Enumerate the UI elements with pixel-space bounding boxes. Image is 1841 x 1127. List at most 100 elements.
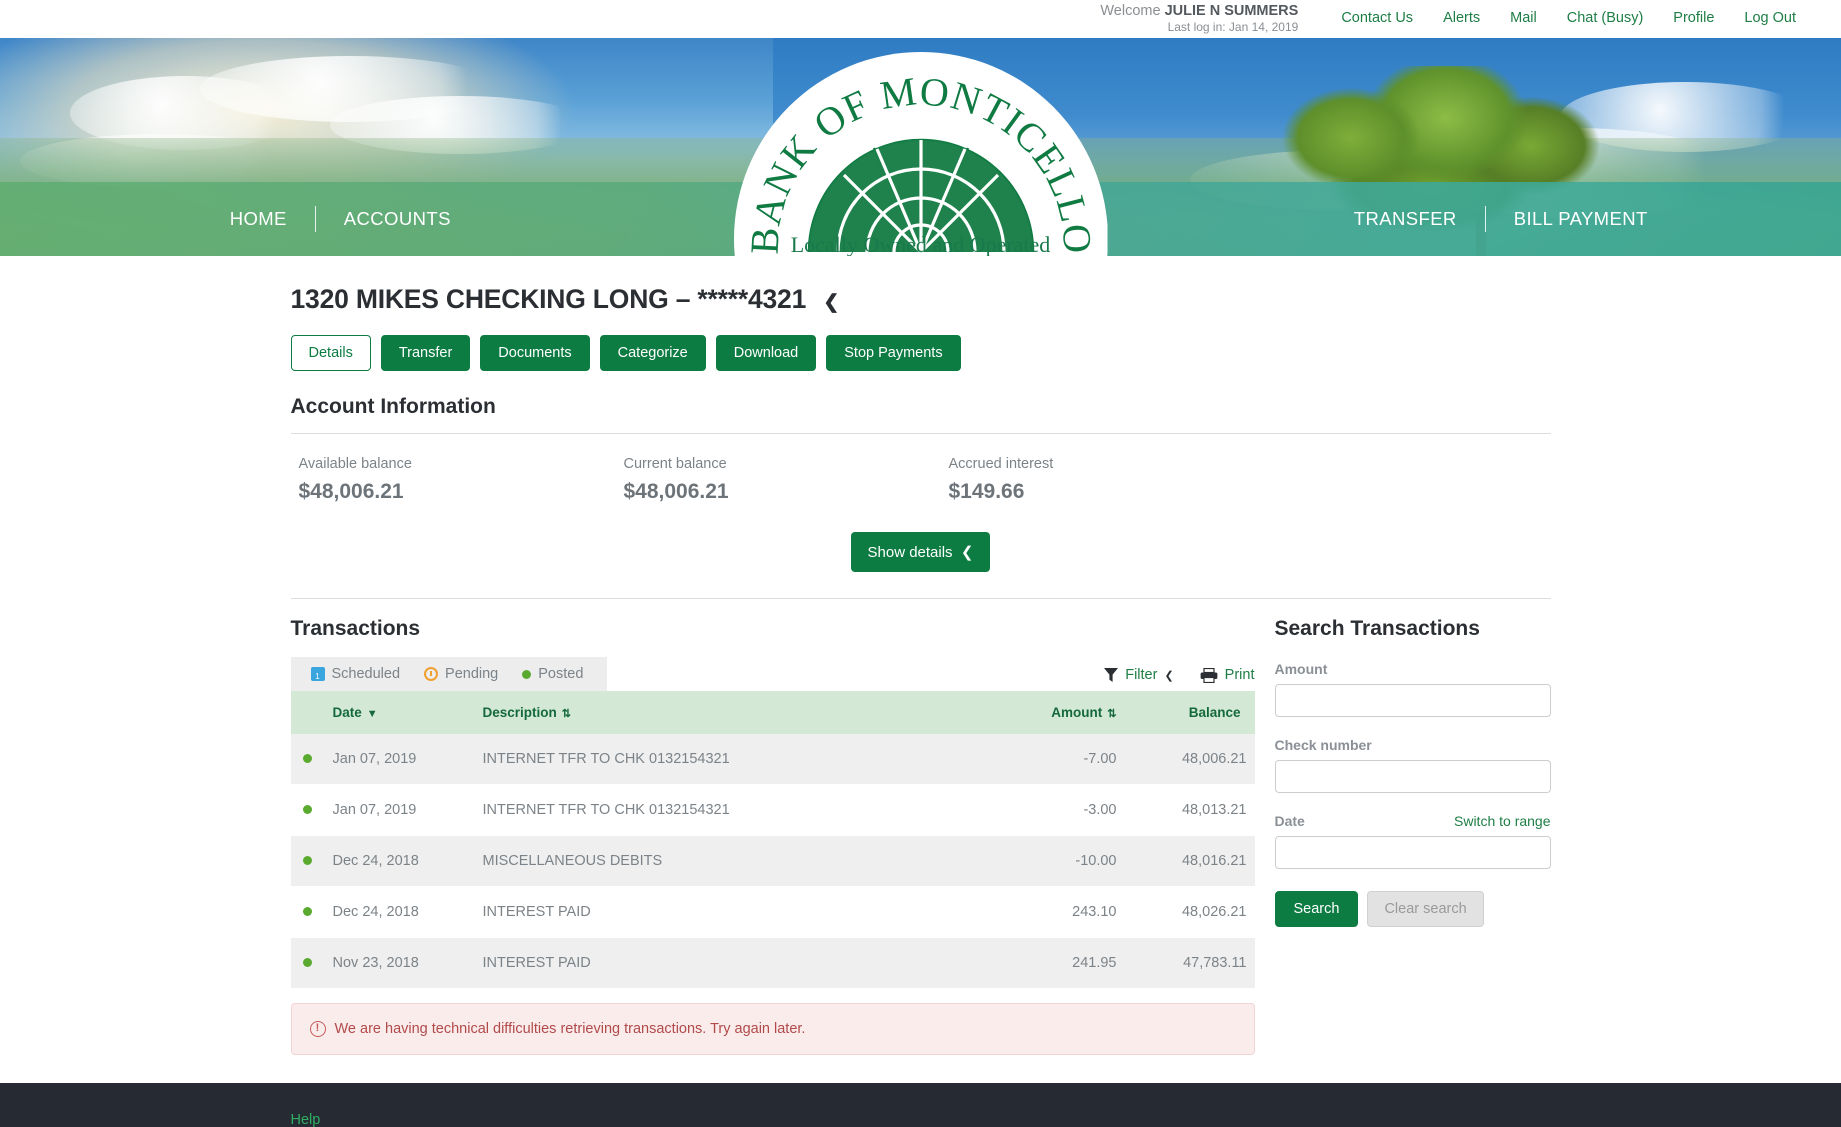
- help-link[interactable]: Help: [291, 1112, 321, 1127]
- stop-payments-button[interactable]: Stop Payments: [826, 335, 961, 371]
- warning-icon: !: [309, 1021, 326, 1037]
- current-balance: Current balance $48,006.21: [624, 456, 949, 504]
- column-date[interactable]: Date ▼: [324, 691, 475, 734]
- row-amount: 241.95: [954, 937, 1125, 989]
- show-details-button[interactable]: Show details ❮: [850, 532, 991, 572]
- table-row[interactable]: Dec 24, 2018 MISCELLANEOUS DEBITS -10.00…: [290, 835, 1255, 887]
- nav-item-bill-payment[interactable]: BILL PAYMENT: [1486, 208, 1676, 230]
- transactions-heading: Transactions: [290, 617, 421, 640]
- chevron-down-icon[interactable]: ❮: [823, 291, 839, 314]
- transactions-table-body: Jan 07, 2019 INTERNET TFR TO CHK 0132154…: [290, 734, 1255, 989]
- search-buttons: Search Clear search: [1274, 891, 1551, 927]
- utility-link-log-out[interactable]: Log Out: [1729, 10, 1811, 26]
- column-balance-label: Balance: [1188, 705, 1241, 720]
- funnel-icon: [1104, 667, 1119, 682]
- column-description[interactable]: Description ⇅: [474, 691, 955, 734]
- table-header-row: Date ▼ Description ⇅ Amount ⇅ Balance: [290, 691, 1255, 734]
- transfer-button[interactable]: Transfer: [380, 335, 471, 371]
- green-dot-icon: [303, 754, 312, 763]
- column-balance: Balance: [1124, 691, 1255, 734]
- search-button[interactable]: Search: [1274, 891, 1359, 927]
- row-date: Dec 24, 2018: [324, 835, 475, 887]
- logo-tagline: Locally Owned and Operated: [790, 232, 1051, 256]
- table-tools: Filter ❮ Print: [1104, 667, 1255, 691]
- filter-label: Filter: [1125, 667, 1158, 683]
- green-dot-icon: [303, 805, 312, 814]
- table-row[interactable]: Jan 07, 2019 INTERNET TFR TO CHK 0132154…: [290, 784, 1255, 836]
- column-amount[interactable]: Amount ⇅: [954, 691, 1125, 734]
- row-status-indicator: [290, 886, 325, 938]
- table-row[interactable]: Dec 24, 2018 INTEREST PAID 243.10 48,026…: [290, 886, 1255, 938]
- welcome-text: Welcome JULIE N SUMMERS: [1100, 2, 1298, 20]
- date-field-group: Date Switch to range: [1274, 813, 1551, 869]
- row-status-indicator: [290, 734, 325, 785]
- table-row[interactable]: Jan 07, 2019 INTERNET TFR TO CHK 0132154…: [290, 734, 1255, 785]
- print-button[interactable]: Print: [1200, 667, 1255, 683]
- row-amount: 243.10: [954, 886, 1125, 938]
- transactions-table-head: Date ▼ Description ⇅ Amount ⇅ Balance: [290, 691, 1255, 734]
- row-status-indicator: [290, 937, 325, 989]
- documents-button[interactable]: Documents: [480, 335, 590, 371]
- download-button[interactable]: Download: [715, 335, 817, 371]
- amount-label: Amount: [1274, 661, 1328, 677]
- amount-input[interactable]: [1274, 684, 1551, 717]
- legend-pending-label: Pending: [445, 666, 499, 682]
- nav-item-accounts[interactable]: ACCOUNTS: [316, 208, 479, 230]
- transactions-table: Date ▼ Description ⇅ Amount ⇅ Balance Ja…: [290, 691, 1255, 989]
- utility-link-alerts[interactable]: Alerts: [1428, 10, 1495, 26]
- last-login: Last log in: Jan 14, 2019: [1167, 20, 1299, 35]
- accrued-interest-label: Accrued interest: [948, 456, 1054, 472]
- account-title-text: 1320 MIKES CHECKING LONG – *****4321: [290, 284, 807, 314]
- legend-posted-label: Posted: [538, 666, 584, 682]
- utility-link-chat[interactable]: Chat (Busy): [1552, 10, 1659, 26]
- printer-icon: [1200, 667, 1218, 683]
- column-date-label: Date: [332, 705, 362, 720]
- balances-row: Available balance $48,006.21 Current bal…: [291, 434, 1551, 510]
- print-label: Print: [1224, 667, 1255, 683]
- error-banner: ! We are having technical difficulties r…: [290, 1003, 1255, 1055]
- table-row[interactable]: Nov 23, 2018 INTEREST PAID 241.95 47,783…: [290, 937, 1255, 989]
- footer-inner: Help Member FDIC. Equal Housing Lender .…: [281, 1111, 1561, 1127]
- row-description: INTERNET TFR TO CHK 0132154321: [474, 734, 955, 785]
- utility-link-profile[interactable]: Profile: [1658, 10, 1729, 26]
- legend-pending[interactable]: Pending: [412, 666, 510, 682]
- date-input[interactable]: [1274, 836, 1551, 869]
- welcome-prefix: Welcome: [1100, 3, 1165, 19]
- green-dot-icon: [303, 958, 312, 967]
- bank-logo[interactable]: BANK OF MONTICELLO Locally Owned and Ope…: [733, 52, 1108, 256]
- row-description: MISCELLANEOUS DEBITS: [474, 835, 955, 887]
- row-description: INTERNET TFR TO CHK 0132154321: [474, 784, 955, 836]
- utility-link-mail[interactable]: Mail: [1495, 10, 1552, 26]
- column-amount-label: Amount: [1051, 705, 1103, 720]
- transactions-toolbar: Scheduled Pending Posted: [290, 657, 1255, 691]
- account-action-buttons: Details Transfer Documents Categorize Do…: [290, 335, 1551, 371]
- transactions-panel: Transactions Scheduled Pending: [290, 617, 1255, 1055]
- filter-button[interactable]: Filter ❮: [1104, 667, 1174, 683]
- legend-posted[interactable]: Posted: [510, 666, 595, 682]
- row-balance: 48,006.21: [1124, 734, 1255, 785]
- show-details-label: Show details: [867, 544, 953, 561]
- check-number-input[interactable]: [1274, 760, 1551, 793]
- available-balance-label: Available balance: [298, 456, 412, 472]
- switch-to-range-link[interactable]: Switch to range: [1454, 813, 1551, 829]
- row-status-indicator: [290, 784, 325, 836]
- row-description: INTEREST PAID: [474, 886, 955, 938]
- categorize-button[interactable]: Categorize: [599, 335, 706, 371]
- utility-link-contact-us[interactable]: Contact Us: [1326, 10, 1428, 26]
- status-legend: Scheduled Pending Posted: [290, 657, 608, 691]
- details-button[interactable]: Details: [290, 335, 371, 371]
- amount-field-group: Amount: [1274, 661, 1551, 717]
- clear-search-button[interactable]: Clear search: [1367, 891, 1484, 927]
- calendar-icon: [310, 667, 325, 682]
- chevron-down-icon: ❮: [956, 544, 974, 561]
- account-information-heading: Account Information: [290, 395, 496, 418]
- row-balance: 48,026.21: [1124, 886, 1255, 938]
- nav-item-home[interactable]: HOME: [202, 208, 315, 230]
- row-amount: -3.00: [954, 784, 1125, 836]
- nav-item-transfer[interactable]: TRANSFER: [1326, 208, 1485, 230]
- column-description-label: Description: [482, 705, 557, 720]
- legend-scheduled[interactable]: Scheduled: [299, 666, 413, 682]
- user-name: JULIE N SUMMERS: [1164, 3, 1299, 19]
- utility-bar: Welcome JULIE N SUMMERS Last log in: Jan…: [0, 0, 1841, 38]
- check-number-field-group: Check number: [1274, 737, 1551, 793]
